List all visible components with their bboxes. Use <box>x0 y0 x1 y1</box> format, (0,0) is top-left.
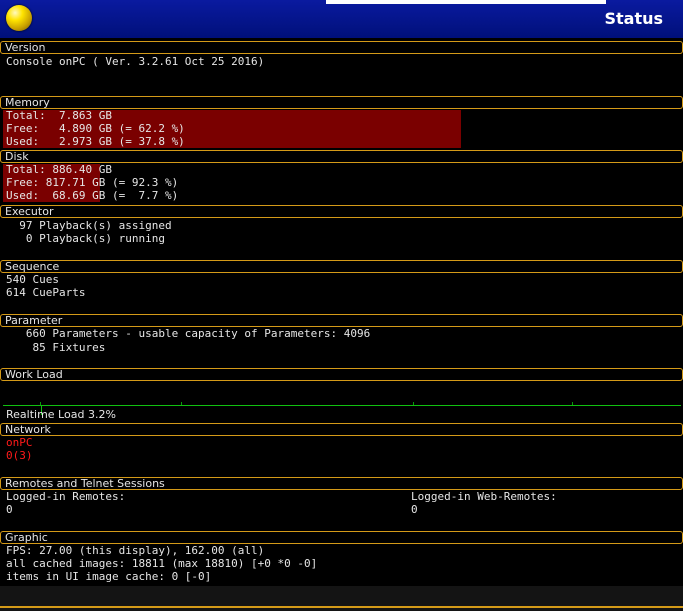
disk-section: Disk Total: 886.40 GB Free: 817.71 GB (=… <box>0 150 683 204</box>
parameter-fixtures: 85 Fixtures <box>6 341 106 354</box>
network-section: Network onPC 0(3) <box>0 423 683 477</box>
disk-free: Free: 817.71 GB (= 92.3 %) <box>6 176 179 189</box>
graphic-section: Graphic FPS: 27.00 (this display), 162.0… <box>0 531 683 585</box>
sequence-cues: 540 Cues <box>6 273 59 286</box>
memory-total: Total: 7.863 GB <box>6 109 112 122</box>
executor-header <box>0 205 683 218</box>
title-highlight-strip <box>326 0 606 4</box>
parameter-header <box>0 314 683 327</box>
memory-section: Memory Total: 7.863 GB Free: 4.890 GB (=… <box>0 96 683 150</box>
workload-graph-tick <box>40 402 41 405</box>
remotes-right-label: Logged-in Web-Remotes: <box>411 490 557 503</box>
workload-graph-line <box>3 405 681 406</box>
memory-free: Free: 4.890 GB (= 62.2 %) <box>6 122 185 135</box>
graphic-title: Graphic <box>5 531 48 544</box>
workload-graph-tick <box>413 402 414 405</box>
disk-total: Total: 886.40 GB <box>6 163 112 176</box>
executor-assigned: 97 Playback(s) assigned <box>6 219 172 232</box>
remotes-left-label: Logged-in Remotes: <box>6 490 126 503</box>
remotes-section: Remotes and Telnet Sessions Logged-in Re… <box>0 477 683 531</box>
graphic-fps: FPS: 27.00 (this display), 162.00 (all) <box>6 544 265 557</box>
sequence-cueparts: 614 CueParts <box>6 286 86 299</box>
network-title: Network <box>5 423 51 436</box>
disk-title: Disk <box>5 150 29 163</box>
window-title: Status <box>604 9 663 28</box>
remotes-left-value: 0 <box>6 503 13 516</box>
memory-title: Memory <box>5 96 50 109</box>
bottom-border <box>0 606 683 608</box>
network-header <box>0 423 683 436</box>
memory-header <box>0 96 683 109</box>
version-section: Version Console onPC ( Ver. 3.2.61 Oct 2… <box>0 41 683 95</box>
network-count: 0(3) <box>6 449 33 462</box>
workload-section: Work Load Realtime Load 3.2% <box>0 368 683 422</box>
version-line: Console onPC ( Ver. 3.2.61 Oct 25 2016) <box>6 55 265 68</box>
parameter-title: Parameter <box>5 314 63 327</box>
remotes-right-value: 0 <box>411 503 418 516</box>
status-orb-icon[interactable] <box>6 5 32 31</box>
workload-graph-tick <box>572 402 573 405</box>
sequence-section: Sequence 540 Cues 614 CueParts <box>0 260 683 314</box>
workload-title: Work Load <box>5 368 63 381</box>
sequence-title: Sequence <box>5 260 60 273</box>
executor-running: 0 Playback(s) running <box>6 232 165 245</box>
workload-header <box>0 368 683 381</box>
parameter-section: Parameter 660 Parameters - usable capaci… <box>0 314 683 368</box>
sequence-header <box>0 260 683 273</box>
version-title: Version <box>5 41 46 54</box>
graphic-ui-cache: items in UI image cache: 0 [-0] <box>6 570 212 583</box>
disk-header <box>0 150 683 163</box>
remotes-title: Remotes and Telnet Sessions <box>5 477 165 490</box>
title-bar: Status <box>0 0 683 38</box>
memory-used: Used: 2.973 GB (= 37.8 %) <box>6 135 185 148</box>
workload-graph-tick <box>181 402 182 405</box>
workload-realtime: Realtime Load 3.2% <box>6 408 116 421</box>
network-name: onPC <box>6 436 33 449</box>
parameter-count: 660 Parameters - usable capacity of Para… <box>6 327 371 340</box>
executor-title: Executor <box>5 205 54 218</box>
graphic-header <box>0 531 683 544</box>
executor-section: Executor 97 Playback(s) assigned 0 Playb… <box>0 205 683 259</box>
version-header <box>0 41 683 54</box>
disk-used: Used: 68.69 GB (= 7.7 %) <box>6 189 179 202</box>
graphic-cached-images: all cached images: 18811 (max 18810) [+0… <box>6 557 318 570</box>
